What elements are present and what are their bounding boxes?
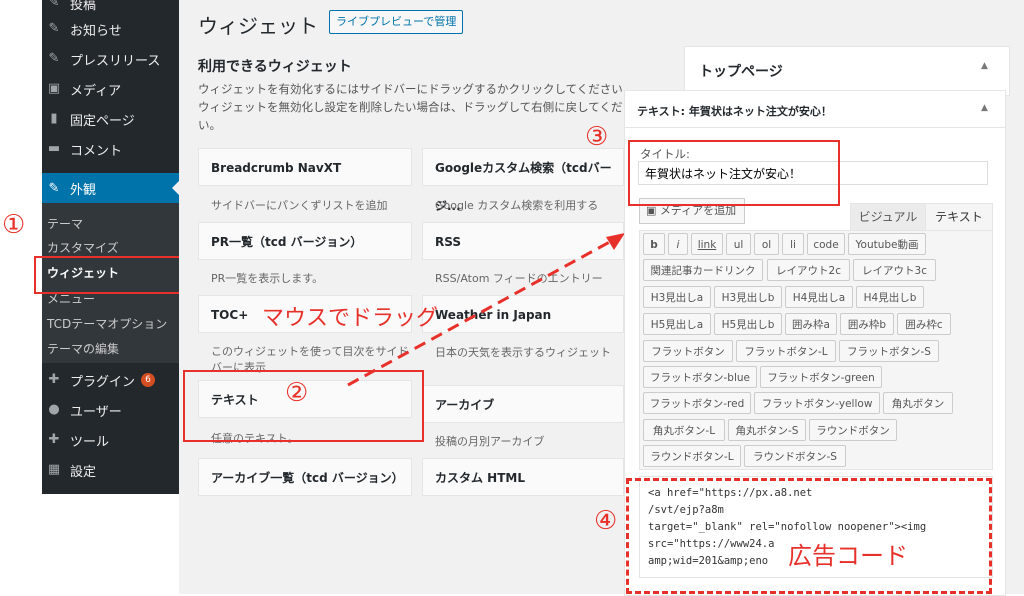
pin-icon: ✎ bbox=[48, 51, 60, 66]
widget-header-title: テキスト: 年賀状はネット注文が安心！ bbox=[637, 105, 832, 118]
sidebar-item-media[interactable]: ▣ メディア bbox=[42, 74, 179, 104]
widget-google-search[interactable]: Googleカスタム検索（tcdバージ... bbox=[422, 148, 624, 213]
quicktag-button[interactable]: H4見出しa bbox=[785, 286, 853, 308]
widget-desc: PR一覧を表示します。 bbox=[211, 272, 324, 285]
quicktag-button[interactable]: b bbox=[643, 233, 665, 255]
quicktag-button[interactable]: フラットボタン-red bbox=[643, 392, 751, 414]
sidebar-item-settings[interactable]: ▦ 設定 bbox=[42, 455, 179, 485]
quicktag-button[interactable]: レイアウト3c bbox=[853, 259, 936, 281]
quicktag-button[interactable]: 囲み枠c bbox=[897, 313, 951, 335]
widget-breadcrumb[interactable]: Breadcrumb NavXT bbox=[198, 148, 412, 186]
quicktag-button[interactable]: レイアウト2c bbox=[767, 259, 850, 281]
live-preview-button[interactable]: ライブプレビューで管理 bbox=[329, 10, 464, 34]
submenu-item-theme[interactable]: テーマ bbox=[47, 215, 83, 232]
pin-icon: ✎ bbox=[48, 21, 60, 36]
update-count-badge: 6 bbox=[141, 373, 156, 387]
quicktag-button[interactable]: li bbox=[782, 233, 804, 255]
widget-desc: Google カスタム検索を利用する bbox=[435, 199, 599, 212]
quicktag-button[interactable]: H3見出しa bbox=[643, 286, 711, 308]
sidebar-area-toppage[interactable]: トップページ ▲ bbox=[684, 46, 1010, 96]
sidebar-item-plugins[interactable]: ✚ プラグイン 6 bbox=[42, 365, 179, 395]
widget-desc: サイドバーにパンくずリストを追加 bbox=[211, 199, 388, 212]
quicktag-button[interactable]: i bbox=[668, 233, 688, 255]
sidebar-item-comments[interactable]: ▬ コメント bbox=[42, 134, 179, 164]
widget-custom-html[interactable]: カスタム HTML bbox=[422, 458, 624, 496]
wrench-icon: ✚ bbox=[48, 432, 60, 447]
media-icon: ▣ bbox=[47, 81, 61, 96]
comment-icon: ▬ bbox=[47, 141, 61, 156]
highlight-widgets-menu bbox=[34, 256, 194, 294]
quicktag-button[interactable]: 角丸ボタン bbox=[883, 392, 953, 414]
widget-desc: 投稿の月別アーカイブ bbox=[435, 435, 545, 448]
submenu-item-tcd-options[interactable]: TCDテーマオプション bbox=[47, 315, 167, 332]
quicktag-button[interactable]: フラットボタン-S bbox=[839, 340, 939, 362]
sidebar-item-users[interactable]: ● ユーザー bbox=[42, 395, 179, 425]
annotation-number-2: ② bbox=[285, 378, 309, 408]
page-icon: ▮ bbox=[50, 111, 58, 126]
quicktag-button[interactable]: ol bbox=[754, 233, 779, 255]
annotation-number-3: ③ bbox=[585, 122, 609, 152]
annotation-number-1: ① bbox=[2, 210, 26, 240]
quicktag-button[interactable]: H4見出しb bbox=[856, 286, 924, 308]
tab-visual[interactable]: ビジュアル bbox=[850, 203, 926, 231]
quicktag-button[interactable]: Youtube動画 bbox=[848, 233, 926, 255]
sidebar-item-pages[interactable]: ▮ 固定ページ bbox=[42, 104, 179, 134]
quicktag-button[interactable]: 角丸ボタン-L bbox=[643, 419, 725, 441]
quicktag-button[interactable]: H5見出しa bbox=[643, 313, 711, 335]
brush-icon: ✎ bbox=[48, 180, 60, 196]
admin-sidebar: ✎ 投稿 ✎ お知らせ ✎ プレスリリース ▣ メディア ▮ 固定ページ ▬ コメント ✎ 外… bbox=[42, 0, 179, 494]
quicktag-button[interactable]: ラウンドボタン-S bbox=[744, 445, 846, 467]
plugin-icon: ✚ bbox=[48, 372, 60, 387]
quicktag-button[interactable]: フラットボタン-green bbox=[760, 366, 882, 388]
quicktag-button[interactable]: code bbox=[807, 233, 845, 255]
quicktag-button[interactable]: 囲み枠b bbox=[840, 313, 894, 335]
submenu-item-theme-editor[interactable]: テーマの編集 bbox=[47, 340, 119, 357]
annotation-number-4: ④ bbox=[594, 506, 618, 536]
user-icon: ● bbox=[48, 402, 60, 417]
quicktag-button[interactable]: ラウンドボタン-L bbox=[643, 445, 741, 467]
active-arrow bbox=[172, 181, 179, 195]
tab-text[interactable]: テキスト bbox=[925, 203, 993, 231]
quicktag-button[interactable]: link bbox=[691, 233, 723, 255]
quicktag-button[interactable]: H5見出しb bbox=[714, 313, 782, 335]
sidebar-area-title: トップページ bbox=[699, 64, 783, 80]
sidebar-item-tools[interactable]: ✚ ツール bbox=[42, 425, 179, 455]
sidebar-item-press[interactable]: ✎ プレスリリース bbox=[42, 44, 179, 74]
quicktag-button[interactable]: H3見出しb bbox=[714, 286, 782, 308]
quicktag-button[interactable]: ラウンドボタン bbox=[809, 419, 897, 441]
drag-arrow bbox=[347, 233, 625, 387]
highlight-title-field bbox=[628, 140, 840, 206]
quicktag-button[interactable]: フラットボタン-L bbox=[736, 340, 836, 362]
collapse-arrow-icon[interactable]: ▲ bbox=[981, 61, 988, 71]
sidebar-item-news[interactable]: ✎ お知らせ bbox=[42, 14, 179, 44]
quicktag-button[interactable]: フラットボタン bbox=[643, 340, 733, 362]
ad-code-annotation: 広告コード bbox=[782, 536, 914, 571]
available-widgets-description: ウィジェットを有効化するにはサイドバーにドラッグするかクリックしてください ウィ… bbox=[198, 82, 623, 132]
quicktag-button[interactable]: フラットボタン-blue bbox=[643, 366, 757, 388]
quicktag-button[interactable]: 関連記事カードリンク bbox=[643, 259, 763, 281]
page-title: ウィジェット bbox=[198, 14, 318, 38]
settings-icon: ▦ bbox=[47, 462, 61, 477]
quicktag-button[interactable]: 角丸ボタン-S bbox=[728, 419, 806, 441]
quicktag-button[interactable]: フラットボタン-yellow bbox=[754, 392, 880, 414]
available-widgets-title: 利用できるウィジェット bbox=[198, 59, 352, 75]
submenu-item-customize[interactable]: カスタマイズ bbox=[47, 239, 119, 256]
quicktag-button[interactable]: 囲み枠a bbox=[785, 313, 837, 335]
widget-archive-list[interactable]: アーカイブ一覧（tcd バージョン） bbox=[198, 458, 412, 496]
sidebar-item-appearance[interactable]: ✎ 外観 bbox=[42, 173, 179, 203]
pin-icon: ✎ bbox=[48, 0, 60, 10]
quicktag-button[interactable]: ul bbox=[726, 233, 751, 255]
collapse-arrow-icon[interactable]: ▲ bbox=[981, 103, 988, 113]
